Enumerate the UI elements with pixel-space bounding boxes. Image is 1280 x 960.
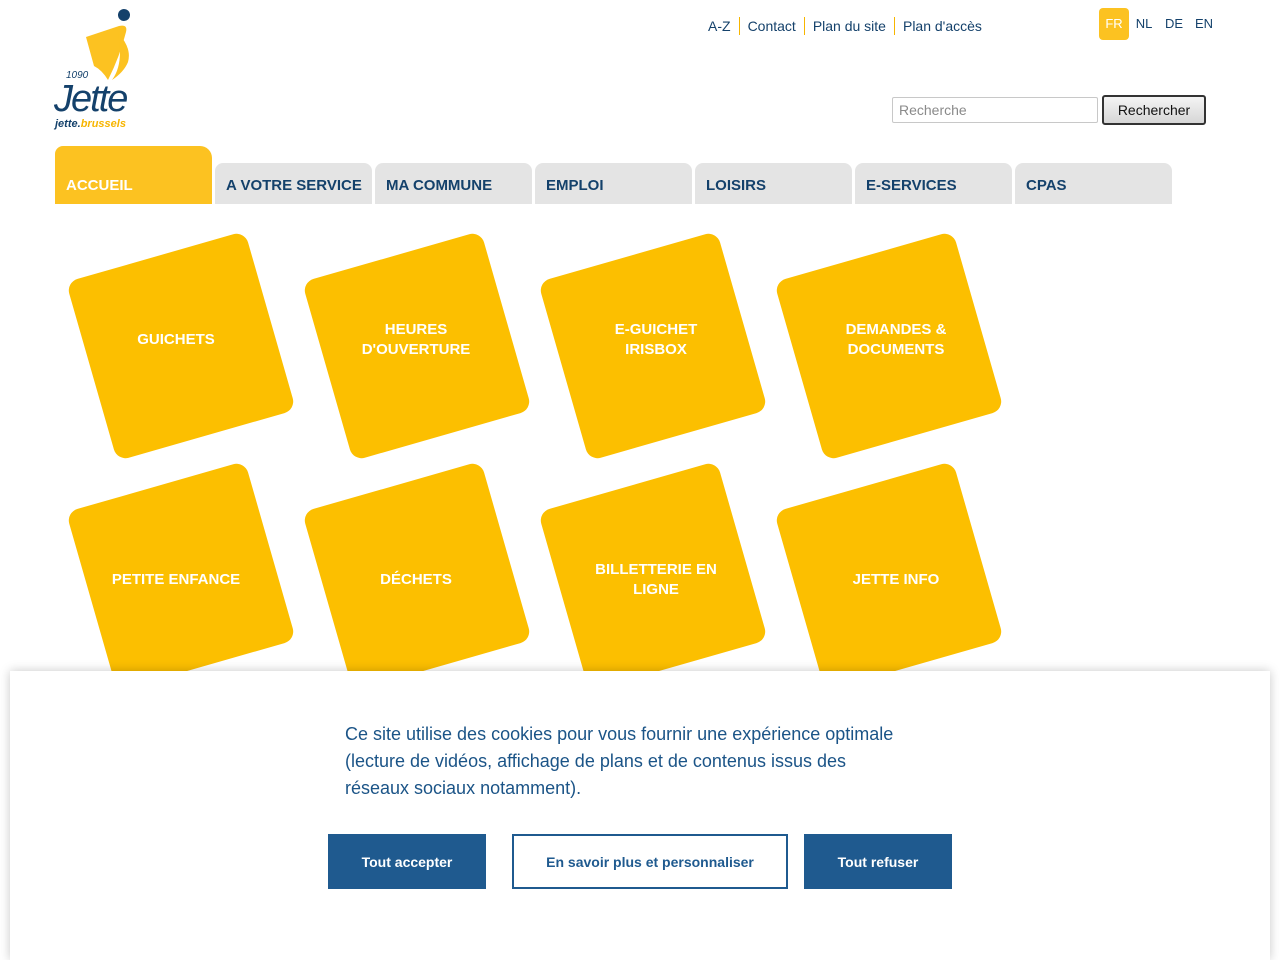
lang-en[interactable]: EN xyxy=(1189,8,1219,40)
tile-label-heures-ouverture: HEURES D'OUVERTURE xyxy=(361,321,471,358)
tab-a-votre-service[interactable]: A VOTRE SERVICE xyxy=(215,163,372,204)
cookie-message: Ce site utilise des cookies pour vous fo… xyxy=(345,724,894,798)
tile-label-dechets: DÉCHETS xyxy=(380,571,452,588)
tab-loisirs[interactable]: LOISIRS xyxy=(695,163,852,204)
tile-label-billetterie-en-ligne: BILLETTERIE EN LIGNE xyxy=(595,561,717,598)
accept-all-button[interactable]: Tout accepter xyxy=(328,834,486,889)
link-a-z[interactable]: A-Z xyxy=(700,17,739,35)
refuse-all-button[interactable]: Tout refuser xyxy=(804,834,952,889)
customize-cookies-button[interactable]: En savoir plus et personnaliser xyxy=(512,834,788,889)
logo-url-suffix: brussels xyxy=(81,118,126,130)
search-input[interactable] xyxy=(892,97,1098,123)
search-form: Recherche r xyxy=(892,95,1206,125)
tile-label-guichets: GUICHETS xyxy=(137,331,215,348)
link-access-map[interactable]: Plan d'accès xyxy=(893,17,990,35)
tile-label-petite-enfance: PETITE ENFANCE xyxy=(111,571,241,588)
logo-dot xyxy=(118,9,130,21)
search-button[interactable]: Rechercher xyxy=(1102,95,1206,125)
tab-cpas[interactable]: CPAS xyxy=(1015,163,1172,204)
main-navigation: ACCUEIL A VOTRE SERVICE MA COMMUNE EMPLO… xyxy=(55,146,1175,204)
tab-ma-commune[interactable]: MA COMMUNE xyxy=(375,163,532,204)
svg-text:jette.brussels: jette.brussels xyxy=(53,118,126,130)
tile-label-jette-info: JETTE INFO xyxy=(852,571,940,588)
lang-de[interactable]: DE xyxy=(1159,8,1189,40)
jette-logo[interactable]: 1090 Jette jette.brussels xyxy=(52,8,152,132)
link-contact[interactable]: Contact xyxy=(738,17,804,35)
cookie-banner: Ce site utilise des cookies pour vous fo… xyxy=(10,671,1270,960)
tile-label-demandes-documents: DEMANDES & DOCUMENTS xyxy=(845,321,947,358)
tab-emploi[interactable]: EMPLOI xyxy=(535,163,692,204)
logo-url-prefix: jette. xyxy=(53,118,81,130)
lang-nl[interactable]: NL xyxy=(1129,8,1159,40)
language-switcher: FR NL DE EN xyxy=(1099,8,1219,40)
tile-label-e-guichet-irisbox: E-GUICHET IRISBOX xyxy=(614,321,698,358)
lang-fr[interactable]: FR xyxy=(1099,8,1129,40)
utility-links: A-Z Contact Plan du site Plan d'accès xyxy=(700,17,990,35)
logo-wordmark: Jette xyxy=(53,78,127,120)
link-sitemap[interactable]: Plan du site xyxy=(803,17,894,35)
tab-e-services[interactable]: E-SERVICES xyxy=(855,163,1012,204)
tab-accueil[interactable]: ACCUEIL xyxy=(55,146,212,204)
